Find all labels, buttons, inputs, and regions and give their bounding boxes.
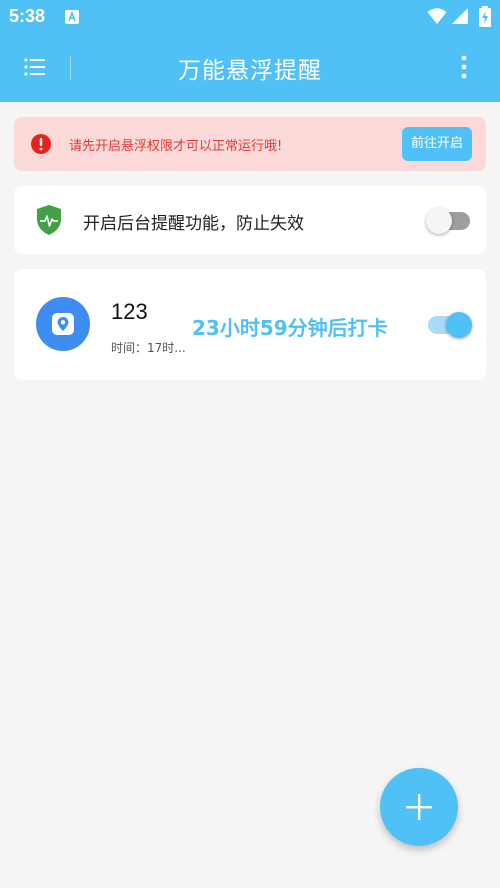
wifi-icon (427, 8, 447, 24)
location-icon (36, 297, 90, 351)
toggle-thumb (426, 208, 452, 234)
more-vert-icon[interactable] (452, 53, 476, 81)
permission-alert: 请先开启悬浮权限才可以正常运行哦! 前往开启 (14, 117, 486, 171)
reminder-title: 123 (111, 299, 148, 324)
enable-permission-button[interactable]: 前往开启 (402, 127, 472, 161)
permission-alert-message: 请先开启悬浮权限才可以正常运行哦! (69, 139, 283, 154)
background-reminder-card: 开启后台提醒功能，防止失效 (14, 186, 486, 254)
reminder-countdown: 23小时59分钟后打卡 (192, 316, 388, 340)
status-time: 5:38 (9, 6, 46, 26)
status-bar: 5:38 (0, 0, 500, 34)
battery-charging-icon (479, 6, 491, 27)
signal-icon (452, 8, 468, 24)
reminder-time: 时间：17时... (111, 341, 186, 355)
add-reminder-button[interactable] (380, 768, 458, 846)
app-bar: 5:38 万能悬浮提醒 (0, 0, 500, 102)
reminder-toggle[interactable] (424, 309, 476, 341)
reminder-card[interactable]: 123 时间：17时... 23小时59分钟后打卡 (14, 269, 486, 380)
background-reminder-toggle[interactable] (424, 206, 474, 236)
plus-icon (406, 794, 432, 820)
background-reminder-label: 开启后台提醒功能，防止失效 (83, 214, 304, 234)
page-title: 万能悬浮提醒 (178, 58, 322, 84)
app-notification-icon (65, 10, 79, 24)
error-icon (31, 134, 51, 154)
shield-heartbeat-icon (37, 205, 61, 235)
toolbar: 万能悬浮提醒 (0, 34, 500, 102)
toggle-thumb (446, 312, 472, 338)
